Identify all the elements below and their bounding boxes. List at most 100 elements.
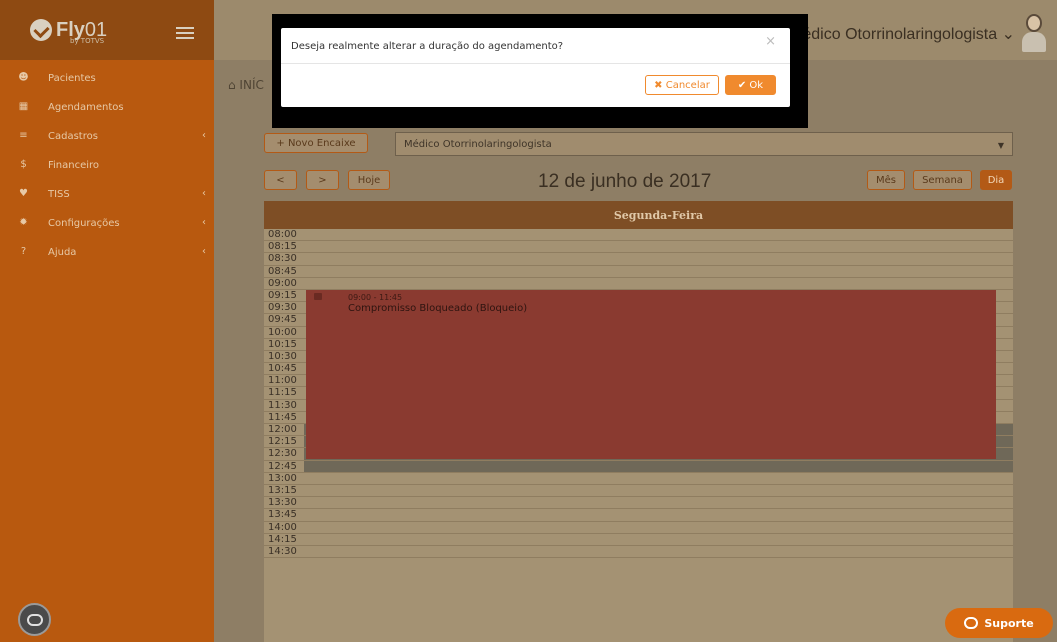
- heart-icon: ♥: [19, 188, 28, 199]
- time-label: 11:45: [264, 412, 304, 424]
- sidebar-item-label: Financeiro: [48, 160, 100, 171]
- chat-icon: [26, 613, 43, 626]
- chat-button[interactable]: [18, 603, 51, 636]
- chevron-left-icon: ‹: [202, 217, 206, 228]
- sidebar-item-ajuda[interactable]: ? Ajuda ‹: [0, 238, 214, 267]
- calendar-icon: ▦: [18, 101, 29, 112]
- sidebar-item-label: Agendamentos: [48, 102, 124, 113]
- today-button[interactable]: Hoje: [348, 170, 390, 190]
- sidebar-item-label: Pacientes: [48, 73, 96, 84]
- sidebar-item-agendamentos[interactable]: ▦ Agendamentos: [0, 93, 214, 122]
- cancel-button[interactable]: ✖ Cancelar: [645, 75, 719, 95]
- time-label: 10:45: [264, 363, 304, 376]
- ok-button[interactable]: ✔ Ok: [725, 75, 776, 95]
- time-label: 13:30: [264, 497, 304, 510]
- time-slot[interactable]: [304, 509, 1013, 522]
- new-encaixe-button[interactable]: + Novo Encaixe: [264, 133, 368, 153]
- avatar-head: [1026, 14, 1042, 32]
- hamburger-menu-icon[interactable]: [176, 27, 194, 39]
- sidebar-item-financeiro[interactable]: $ Financeiro: [0, 151, 214, 180]
- day-header: Segunda-Feira: [613, 208, 704, 222]
- time-slot[interactable]: [304, 497, 1013, 510]
- time-slot[interactable]: [304, 229, 1013, 242]
- chevron-left-icon: ‹: [202, 246, 206, 257]
- list-icon: ≡: [19, 130, 28, 141]
- question-icon: ?: [20, 246, 27, 257]
- time-slot[interactable]: [304, 266, 1013, 278]
- gear-icon: ✹: [19, 217, 28, 228]
- time-column: 08:00 08:15 08:30 08:45 09:00 09:15 09:30 09:45…: [264, 229, 304, 559]
- time-label: 14:00: [264, 522, 304, 534]
- time-label: 11:00: [264, 375, 304, 388]
- sidebar-item-label: Cadastros: [48, 131, 98, 142]
- sidebar-menu: ☻ Pacientes ▦ Agendamentos ≡ Cadastros ‹ $ Fi…: [0, 60, 214, 267]
- sidebar-item-label: Configurações: [48, 218, 120, 229]
- chat-icon: [964, 617, 979, 629]
- modal-overlay-frame: Deseja realmente alterar a duração do ag…: [272, 14, 808, 128]
- time-label: 13:00: [264, 473, 304, 485]
- check-logo-icon: [30, 19, 52, 41]
- time-label: 08:15: [264, 241, 304, 254]
- avatar[interactable]: [1019, 14, 1049, 52]
- time-label: 11:30: [264, 400, 304, 412]
- doctor-select-value: Médico Otorrinolaringologista: [404, 139, 552, 150]
- event-time: 09:00 - 11:45: [348, 293, 403, 302]
- time-slot[interactable]: [304, 278, 1013, 290]
- month-view-button[interactable]: Mês: [867, 170, 905, 190]
- time-label: 08:30: [264, 253, 304, 266]
- chevron-left-icon: ‹: [202, 188, 206, 199]
- lock-icon: [314, 293, 322, 300]
- chevron-left-icon: ‹: [202, 130, 206, 141]
- time-slot[interactable]: [304, 485, 1013, 498]
- day-view-button[interactable]: Dia: [980, 170, 1012, 190]
- time-slot[interactable]: [304, 534, 1013, 546]
- time-label: 14:15: [264, 534, 304, 546]
- prev-button[interactable]: <: [264, 170, 297, 190]
- breadcrumb-home[interactable]: ⌂ INÍC: [228, 78, 264, 92]
- dollar-icon: $: [20, 159, 27, 170]
- time-label: 13:45: [264, 509, 304, 522]
- day-calendar: Segunda-Feira 08:00 08:15 08:30 08:45 09:00 0…: [264, 201, 1013, 642]
- time-label: 10:15: [264, 339, 304, 351]
- brand-sub: by TOTVS: [70, 37, 105, 45]
- time-slot[interactable]: [304, 546, 1013, 559]
- time-slot[interactable]: [304, 241, 1013, 254]
- users-icon: ☻: [18, 72, 29, 83]
- sidebar-item-configuracoes[interactable]: ✹ Configurações ‹: [0, 209, 214, 238]
- sidebar-item-label: Ajuda: [48, 247, 77, 258]
- close-icon[interactable]: ×: [765, 34, 776, 49]
- confirm-dialog: Deseja realmente alterar a duração do ag…: [281, 28, 790, 107]
- sidebar: Fly01 by TOTVS ☻ Pacientes ▦ Agendamentos …: [0, 0, 214, 642]
- support-button[interactable]: Suporte: [945, 608, 1053, 638]
- time-slot[interactable]: [304, 522, 1013, 534]
- next-button[interactable]: >: [306, 170, 339, 190]
- time-slot[interactable]: [304, 473, 1013, 485]
- main-content: + Novo Encaixe Médico Otorrinolaringolog…: [214, 110, 1057, 642]
- avatar-body: [1022, 32, 1046, 52]
- sidebar-item-cadastros[interactable]: ≡ Cadastros ‹: [0, 122, 214, 151]
- logo-bar: Fly01 by TOTVS: [0, 0, 214, 60]
- sidebar-item-pacientes[interactable]: ☻ Pacientes: [0, 64, 214, 93]
- event-title: Compromisso Bloqueado (Bloqueio): [348, 303, 528, 314]
- time-label: 08:00: [264, 229, 304, 242]
- page-title: 12 de junho de 2017: [538, 171, 712, 192]
- sidebar-item-tiss[interactable]: ♥ TISS ‹: [0, 180, 214, 209]
- time-label: 09:45: [264, 314, 304, 327]
- time-label: 09:00: [264, 278, 304, 290]
- caret-down-icon: ▼: [997, 141, 1004, 150]
- week-view-button[interactable]: Semana: [913, 170, 972, 190]
- time-label: 12:00: [264, 424, 304, 437]
- doctor-select[interactable]: Médico Otorrinolaringologista ▼: [395, 132, 1013, 156]
- time-label: 08:45: [264, 266, 304, 278]
- time-label: 10:30: [264, 351, 304, 364]
- doctor-dropdown[interactable]: Médico Otorrinolaringologista ⌄: [789, 24, 1015, 44]
- calendar-header: Segunda-Feira: [264, 201, 1013, 229]
- time-label: 11:15: [264, 387, 304, 400]
- time-label: 10:00: [264, 327, 304, 339]
- time-slot[interactable]: [304, 253, 1013, 266]
- time-label: 09:30: [264, 302, 304, 315]
- time-label: 13:15: [264, 485, 304, 498]
- time-slot[interactable]: [304, 460, 1013, 473]
- sidebar-item-label: TISS: [48, 189, 70, 200]
- calendar-event[interactable]: 09:00 - 11:45 Compromisso Bloqueado (Blo…: [306, 290, 996, 459]
